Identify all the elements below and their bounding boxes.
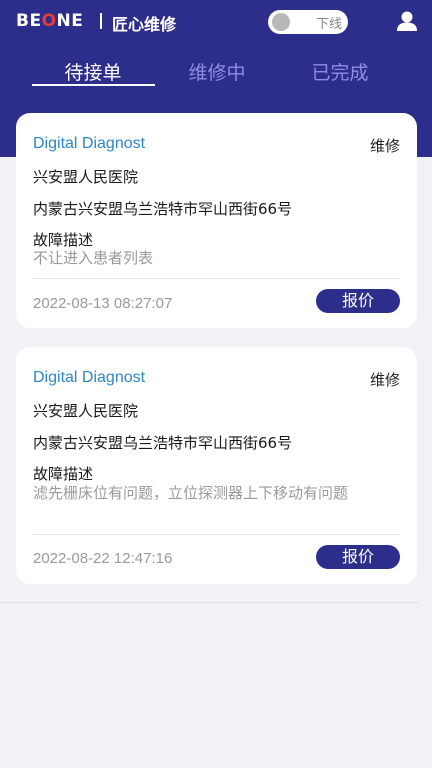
order-time: 2022-08-13 08:27:07 <box>33 295 173 312</box>
quote-button[interactable]: 报价 <box>316 545 400 569</box>
quote-button[interactable]: 报价 <box>316 289 400 313</box>
app-subtitle: 匠心维修 <box>112 15 177 34</box>
tab-active-indicator <box>32 84 155 86</box>
service-type: 维修 <box>369 137 400 155</box>
hospital-address: 内蒙古兴安盟乌兰浩特市罕山西街66号 <box>33 434 293 452</box>
card-divider <box>33 278 400 279</box>
list-end-divider <box>0 602 418 603</box>
order-card[interactable]: Digital Diagnost 维修 兴安盟人民医院 内蒙古兴安盟乌兰浩特市罕… <box>16 113 417 328</box>
order-card[interactable]: Digital Diagnost 维修 兴安盟人民医院 内蒙古兴安盟乌兰浩特市罕… <box>16 347 417 584</box>
tab-pending[interactable]: 待接单 <box>43 58 143 85</box>
service-type: 维修 <box>369 371 400 389</box>
order-time: 2022-08-22 12:47:16 <box>33 550 173 567</box>
fault-description: 不让进入患者列表 <box>33 249 154 267</box>
tab-in-repair[interactable]: 维修中 <box>167 58 267 85</box>
toggle-knob <box>272 13 290 31</box>
fault-description: 滤先栅床位有问题，立位探测器上下移动有问题 <box>33 484 349 502</box>
device-name: Digital Diagnost <box>33 135 146 152</box>
logo-divider <box>100 13 102 29</box>
online-status-toggle[interactable]: 下线 <box>268 10 348 34</box>
brand-logo: BEONE <box>16 11 84 31</box>
card-divider <box>33 534 400 535</box>
fault-label: 故障描述 <box>33 465 94 483</box>
user-icon[interactable] <box>396 10 418 32</box>
toggle-label: 下线 <box>315 17 342 32</box>
hospital-address: 内蒙古兴安盟乌兰浩特市罕山西街66号 <box>33 200 293 218</box>
hospital-name: 兴安盟人民医院 <box>33 402 139 420</box>
tab-completed[interactable]: 已完成 <box>290 58 390 85</box>
device-name: Digital Diagnost <box>33 369 146 386</box>
hospital-name: 兴安盟人民医院 <box>33 168 139 186</box>
